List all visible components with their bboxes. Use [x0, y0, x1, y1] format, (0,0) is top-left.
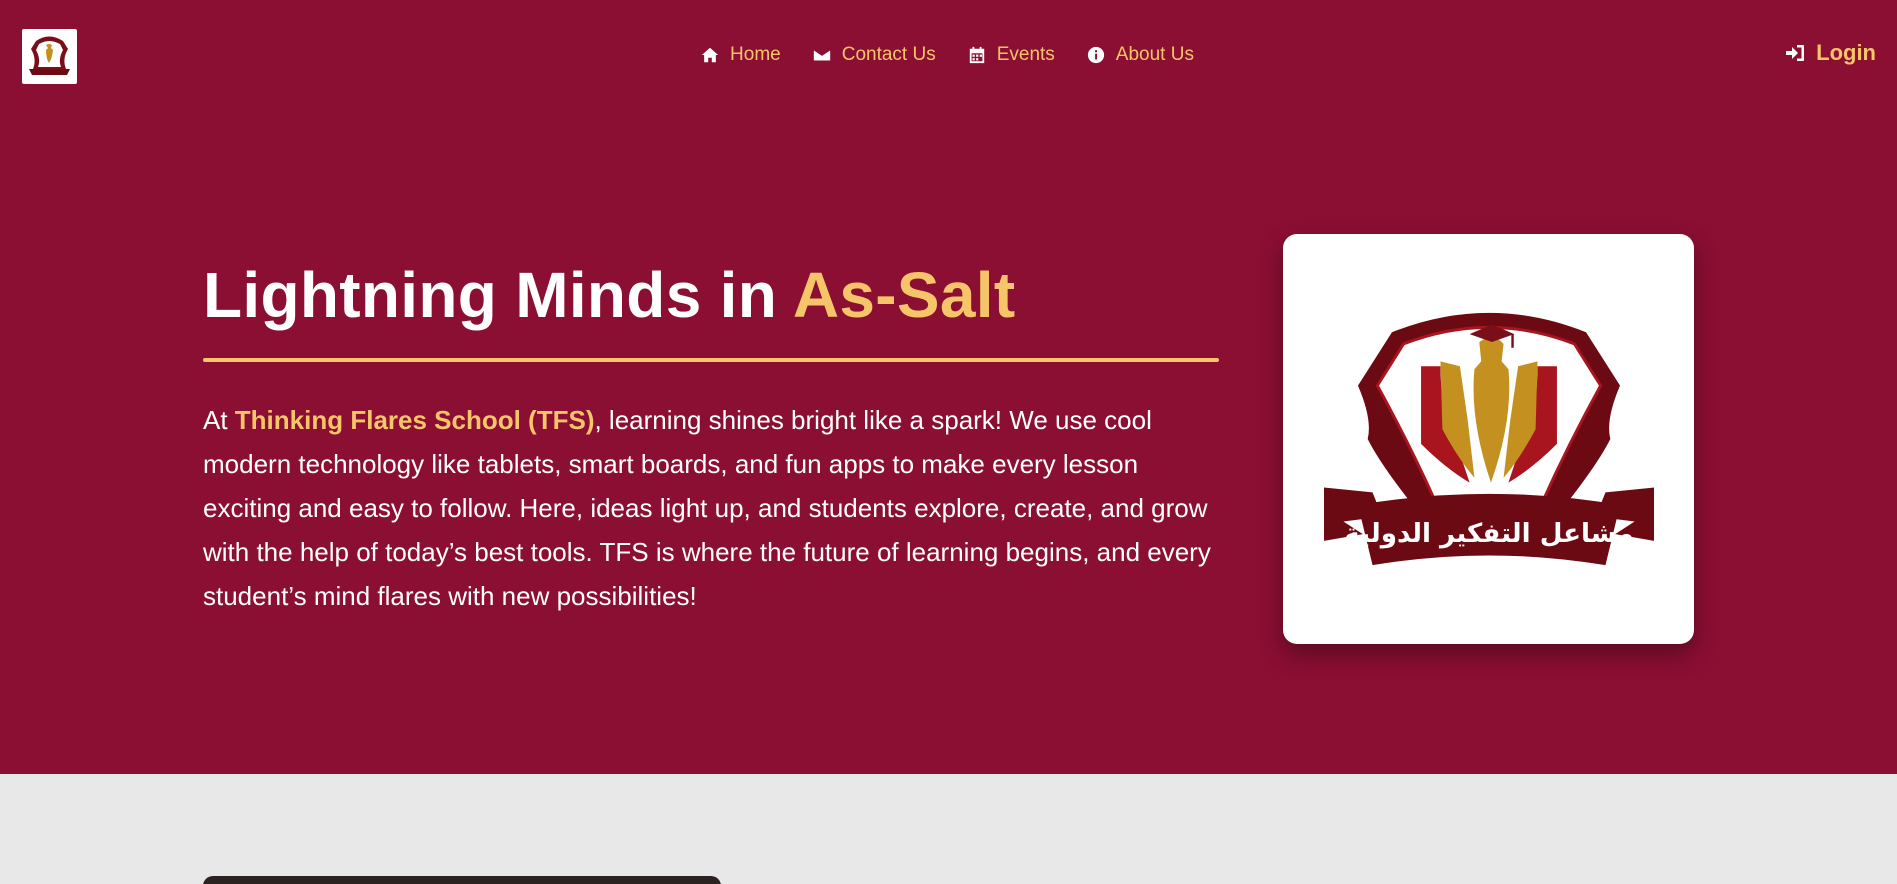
hero-title-main: Lightning Minds in — [203, 259, 793, 331]
nav-item-home[interactable]: Home — [701, 44, 781, 66]
main-nav: Home Contact Us Events About Us — [0, 44, 1897, 66]
envelope-icon — [813, 46, 831, 64]
nav-item-label: Contact Us — [841, 44, 936, 65]
login-button[interactable]: Login — [1784, 40, 1876, 66]
crest-caption: مشاعل التفكير الدولية — [1344, 519, 1633, 549]
nav-item-label: Home — [730, 44, 781, 65]
nav-item-label: Events — [996, 44, 1055, 65]
title-underline — [203, 358, 1219, 362]
school-name: Thinking Flares School (TFS) — [234, 405, 595, 435]
hero-title-accent: As-Salt — [792, 259, 1016, 331]
hero-section: Home Contact Us Events About Us Login Li… — [0, 0, 1897, 774]
nav-item-about[interactable]: About Us — [1087, 44, 1194, 66]
school-logo-card: مشاعل التفكير الدولية — [1283, 234, 1694, 644]
nav-item-events[interactable]: Events — [968, 44, 1055, 66]
school-crest-icon: مشاعل التفكير الدولية — [1323, 312, 1654, 566]
calendar-icon — [968, 46, 986, 64]
nav-item-label: About Us — [1115, 44, 1194, 65]
intro-prefix: At — [203, 405, 235, 435]
login-label: Login — [1816, 40, 1876, 65]
sign-in-icon — [1784, 42, 1806, 64]
info-icon — [1087, 46, 1105, 64]
hero-title: Lightning Minds in As-Salt — [203, 258, 1015, 332]
next-section-image — [203, 876, 721, 884]
hero-intro: At Thinking Flares School (TFS), learnin… — [203, 398, 1213, 618]
intro-body: , learning shines bright like a spark! W… — [203, 405, 1211, 611]
nav-item-contact[interactable]: Contact Us — [813, 44, 936, 66]
home-icon — [701, 46, 719, 64]
